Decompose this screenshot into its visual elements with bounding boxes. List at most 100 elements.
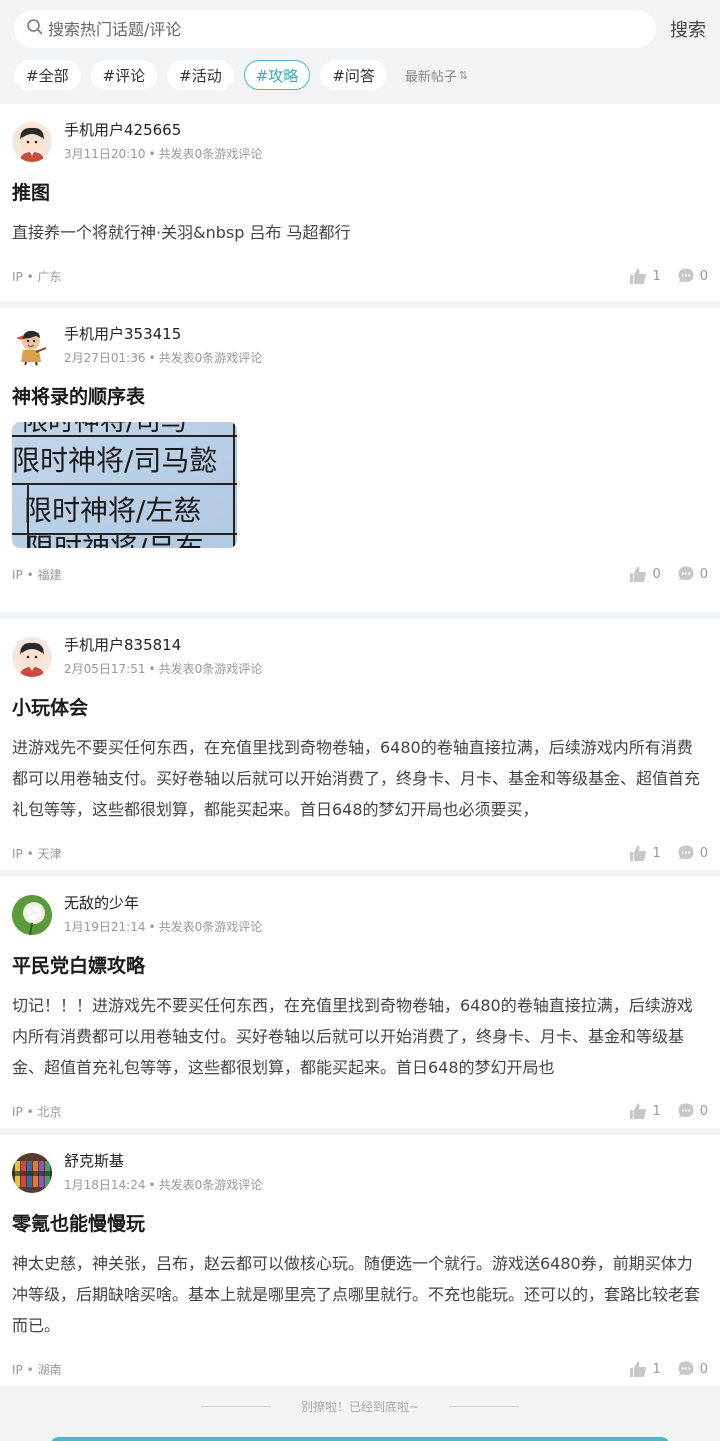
like-button[interactable]: 1 — [629, 1360, 661, 1378]
post-footer: IP • 湖南 1 0 — [12, 1347, 708, 1391]
header: 搜索 #全部 #评论 #活动 #攻略 #问答 最新帖子 ⇅ — [0, 0, 720, 104]
meta-dot: • — [148, 147, 156, 161]
tag-all[interactable]: #全部 — [14, 60, 81, 90]
tag-filter-bar: #全部 #评论 #活动 #攻略 #问答 最新帖子 ⇅ — [14, 59, 708, 91]
author-name[interactable]: 手机用户835814 — [64, 635, 262, 655]
like-count: 1 — [652, 1361, 661, 1377]
comment-button[interactable]: 0 — [677, 267, 708, 285]
post-footer: IP • 广东 1 0 — [12, 254, 708, 298]
author-info: 手机用户425665 3月11日20:10 • 共发表0条游戏评论 — [64, 120, 262, 162]
like-count: 1 — [652, 1103, 661, 1119]
comment-count: 0 — [699, 845, 708, 861]
search-box[interactable] — [14, 10, 656, 48]
comment-button[interactable]: 0 — [677, 565, 708, 583]
author-info: 舒克斯基 1月18日14:24 • 共发表0条游戏评论 — [64, 1151, 262, 1193]
comment-button[interactable]: 0 — [677, 844, 708, 862]
tag-guide[interactable]: #攻略 — [243, 60, 311, 90]
like-button[interactable]: 0 — [629, 565, 661, 583]
post-title[interactable]: 零氪也能慢慢玩 — [12, 1209, 708, 1239]
post-footer: IP • 天津 1 0 — [12, 831, 708, 875]
ip-region: 广东 — [37, 269, 62, 284]
author-row: 无敌的少年 1月19日21:14 • 共发表0条游戏评论 — [12, 893, 708, 941]
post-card[interactable]: 手机用户835814 2月05日17:51 • 共发表0条游戏评论 小玩体会 进游戏… — [0, 619, 720, 870]
image-text-line-2: 限时神将/左慈 — [24, 494, 201, 527]
bottom-action-button[interactable] — [50, 1437, 670, 1441]
meta-dot: • — [22, 1362, 38, 1377]
search-button[interactable]: 搜索 — [668, 16, 708, 42]
meta-dot: • — [22, 1104, 38, 1119]
post-image[interactable]: 限时神将/司马 限时神将/司马懿 限时神将/左慈 限时神将/吕布 — [12, 422, 237, 548]
post-content[interactable]: 直接养一个将就行神·关羽&nbsp 吕布 马超都行 — [12, 217, 708, 248]
ip-region: 天津 — [37, 846, 62, 861]
post-card[interactable]: 手机用户425665 3月11日20:10 • 共发表0条游戏评论 推图 直接养一个… — [0, 104, 720, 301]
image-text-line-1: 限时神将/司马懿 — [12, 444, 217, 477]
post-title[interactable]: 平民党白嫖攻略 — [12, 951, 708, 981]
comment-icon — [678, 268, 694, 283]
sort-label: 最新帖子 — [404, 69, 457, 85]
post-meta: 3月11日20:10 • 共发表0条游戏评论 — [64, 146, 262, 162]
post-content[interactable]: 切记！！！进游戏先不要买任何东西，在充值里找到奇物卷轴，6480的卷轴直接拉满，… — [12, 990, 708, 1083]
author-name[interactable]: 手机用户353415 — [64, 324, 262, 344]
author-info: 手机用户353415 2月27日01:36 • 共发表0条游戏评论 — [64, 324, 262, 366]
ip-label: IP — [12, 567, 23, 582]
post-title[interactable]: 小玩体会 — [12, 693, 708, 723]
ip-location: IP • 湖南 — [12, 1361, 613, 1378]
comment-icon — [678, 566, 694, 581]
ip-location: IP • 北京 — [12, 1103, 613, 1120]
author-info: 手机用户835814 2月05日17:51 • 共发表0条游戏评论 — [64, 635, 262, 677]
post-meta: 2月05日17:51 • 共发表0条游戏评论 — [64, 661, 262, 677]
author-name[interactable]: 手机用户425665 — [64, 120, 262, 140]
thumbs-up-icon — [630, 268, 647, 284]
author-name[interactable]: 舒克斯基 — [64, 1151, 262, 1171]
sort-dropdown[interactable]: 最新帖子 ⇅ — [405, 66, 468, 85]
post-review-count: 共发表0条游戏评论 — [158, 147, 263, 161]
tag-review[interactable]: #评论 — [90, 60, 158, 90]
author-name[interactable]: 无敌的少年 — [64, 893, 262, 913]
post-content[interactable]: 进游戏先不要买任何东西，在充值里找到奇物卷轴，6480的卷轴直接拉满，后续游戏内… — [12, 732, 708, 825]
search-icon — [26, 18, 44, 40]
sort-arrows-icon: ⇅ — [458, 68, 469, 82]
end-text: 别撩啦！已经到底啦~ — [300, 1399, 420, 1414]
ip-location: IP • 天津 — [12, 845, 613, 862]
ip-region: 湖南 — [37, 1362, 62, 1377]
comment-count: 0 — [699, 268, 708, 284]
like-button[interactable]: 1 — [629, 267, 661, 285]
avatar[interactable] — [12, 326, 52, 366]
post-content[interactable]: 神太史慈，神关张，吕布，赵云都可以做核心玩。随便选一个就行。游戏送6480券，前… — [12, 1248, 708, 1341]
post-meta: 1月18日14:24 • 共发表0条游戏评论 — [64, 1177, 262, 1193]
comment-count: 0 — [699, 1103, 708, 1119]
like-count: 1 — [652, 845, 661, 861]
thumbs-up-icon — [630, 845, 647, 861]
post-card[interactable]: 舒克斯基 1月18日14:24 • 共发表0条游戏评论 零氪也能慢慢玩 神太史慈，神… — [0, 1135, 720, 1386]
comment-button[interactable]: 0 — [677, 1102, 708, 1120]
avatar[interactable] — [12, 1153, 52, 1193]
post-review-count: 共发表0条游戏评论 — [158, 920, 263, 934]
tag-event[interactable]: #活动 — [167, 60, 234, 90]
like-count: 1 — [652, 268, 661, 284]
ip-label: IP — [12, 269, 23, 284]
post-date: 3月11日20:10 — [64, 147, 146, 161]
post-meta: 1月19日21:14 • 共发表0条游戏评论 — [64, 919, 262, 935]
ip-location: IP • 广东 — [12, 268, 613, 285]
comment-button[interactable]: 0 — [677, 1360, 708, 1378]
post-meta: 2月27日01:36 • 共发表0条游戏评论 — [64, 350, 262, 366]
search-row: 搜索 — [14, 10, 708, 48]
comment-count: 0 — [699, 1361, 708, 1377]
post-card[interactable]: 手机用户353415 2月27日01:36 • 共发表0条游戏评论 神将录的顺序表 … — [0, 308, 720, 612]
avatar[interactable] — [12, 122, 52, 162]
post-card[interactable]: 无敌的少年 1月19日21:14 • 共发表0条游戏评论 平民党白嫖攻略 切记！！！… — [0, 877, 720, 1128]
like-button[interactable]: 1 — [629, 1102, 661, 1120]
comment-icon — [678, 1103, 694, 1118]
like-count: 0 — [652, 566, 661, 582]
like-button[interactable]: 1 — [629, 844, 661, 862]
thumbs-up-icon — [630, 1103, 647, 1119]
meta-dot: • — [148, 351, 156, 365]
tag-qa[interactable]: #问答 — [320, 60, 387, 90]
author-row: 手机用户835814 2月05日17:51 • 共发表0条游戏评论 — [12, 635, 708, 683]
avatar[interactable] — [12, 895, 52, 935]
search-input[interactable] — [48, 19, 615, 39]
meta-dot: • — [148, 920, 156, 934]
avatar[interactable] — [12, 637, 52, 677]
post-title[interactable]: 神将录的顺序表 — [12, 382, 708, 412]
post-title[interactable]: 推图 — [12, 178, 708, 208]
